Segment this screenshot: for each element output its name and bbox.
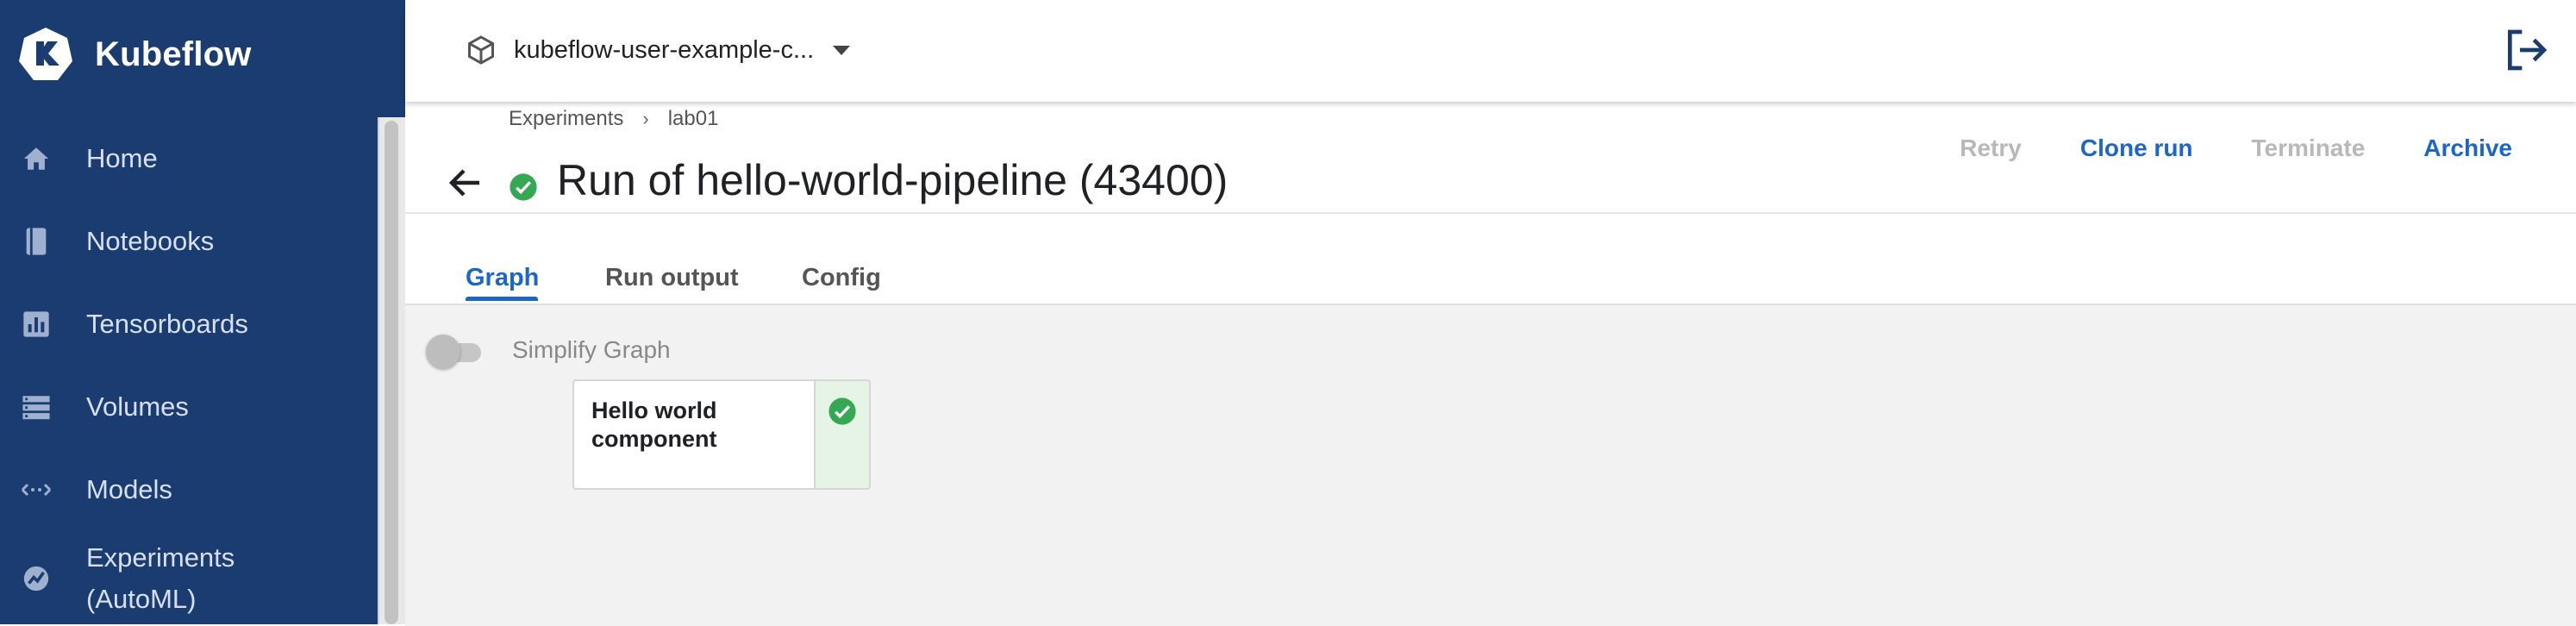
sidebar-item-label: Volumes xyxy=(86,391,189,422)
pipeline-node[interactable]: Hello world component xyxy=(572,379,871,490)
node-status-panel xyxy=(814,381,869,488)
logo[interactable]: Kubeflow xyxy=(17,24,252,85)
sidebar-item-label: Tensorboards xyxy=(86,309,248,339)
sidebar-item-home[interactable]: Home xyxy=(0,117,379,200)
automl-icon xyxy=(19,561,53,596)
success-check-icon xyxy=(510,173,537,201)
sidebar-item-label: Notebooks xyxy=(86,226,215,256)
retry-button[interactable]: Retry xyxy=(1930,128,2051,169)
simplify-graph-label: Simplify Graph xyxy=(512,336,671,363)
sidebar-item-tensorboards[interactable]: Tensorboards xyxy=(0,283,379,366)
cube-icon xyxy=(468,35,494,65)
sidebar-nav: Home Notebooks Tensorboards Volumes Mode… xyxy=(0,117,379,624)
back-arrow-icon[interactable] xyxy=(445,162,486,203)
breadcrumb-experiment-name[interactable]: lab01 xyxy=(668,107,719,131)
home-icon xyxy=(19,141,53,176)
tab-run-output[interactable]: Run output xyxy=(605,264,739,292)
top-bar: kubeflow-user-example-c... xyxy=(405,0,2576,102)
toggle-knob xyxy=(426,335,460,369)
tab-graph[interactable]: Graph xyxy=(466,264,539,292)
chevron-down-icon xyxy=(833,45,851,55)
breadcrumb-experiments[interactable]: Experiments xyxy=(509,107,623,131)
simplify-graph-toggle[interactable] xyxy=(426,335,486,369)
tab-config[interactable]: Config xyxy=(802,264,881,292)
archive-button[interactable]: Archive xyxy=(2394,128,2542,169)
bar-chart-icon xyxy=(19,307,53,341)
sidebar-item-notebooks[interactable]: Notebooks xyxy=(0,200,379,283)
terminate-button[interactable]: Terminate xyxy=(2223,128,2395,169)
namespace-label: kubeflow-user-example-c... xyxy=(514,35,815,64)
sidebar-item-label: Home xyxy=(86,143,158,173)
node-label: Hello world component xyxy=(591,398,717,452)
sidebar-scrollbar-thumb[interactable] xyxy=(385,121,398,624)
graph-canvas: Simplify Graph Hello world component xyxy=(405,304,2576,626)
namespace-selector[interactable]: kubeflow-user-example-c... xyxy=(466,31,851,69)
sidebar-item-models[interactable]: Models xyxy=(0,448,379,531)
tab-bar: Graph Run output Config xyxy=(405,214,2576,304)
sidebar-item-label: Experiments (AutoML) xyxy=(86,542,235,614)
run-actions: Retry Clone run Terminate Archive xyxy=(1930,128,2542,169)
breadcrumb-separator: › xyxy=(642,108,649,129)
sidebar-item-label: Models xyxy=(86,474,172,504)
breadcrumb: Experiments › lab01 xyxy=(509,107,718,131)
kubeflow-logo-icon xyxy=(19,28,72,80)
clone-run-button[interactable]: Clone run xyxy=(2051,128,2223,169)
sidebar-item-experiments-automl[interactable]: Experiments (AutoML) xyxy=(0,531,379,624)
run-header: Experiments › lab01 Run of hello-world-p… xyxy=(405,102,2576,214)
arrows-icon xyxy=(19,473,53,507)
sidebar: Kubeflow Home Notebooks Tensorboards Vol… xyxy=(0,0,405,624)
logout-icon[interactable] xyxy=(2502,26,2550,74)
active-tab-indicator xyxy=(466,297,538,301)
success-check-icon xyxy=(828,398,856,425)
page-title: Run of hello-world-pipeline (43400) xyxy=(557,156,1229,204)
sidebar-item-volumes[interactable]: Volumes xyxy=(0,366,379,448)
app-title: Kubeflow xyxy=(95,34,252,73)
storage-icon xyxy=(19,390,53,424)
book-icon xyxy=(19,224,53,259)
